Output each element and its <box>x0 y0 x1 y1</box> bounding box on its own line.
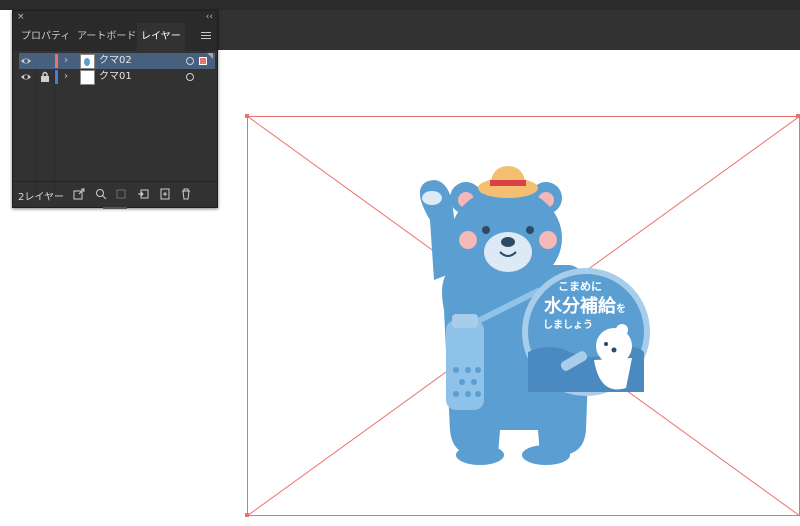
collapse-panel-icon[interactable]: ‹‹ <box>206 11 213 23</box>
selection-corner-icon <box>207 53 213 59</box>
layer-name[interactable]: クマ01 <box>99 69 132 85</box>
clipping-mask-icon[interactable] <box>115 188 127 200</box>
chevron-right-icon[interactable]: › <box>64 69 68 85</box>
layer-count: 2レイヤー <box>18 192 65 203</box>
badge-text-line2-row: 水分補給を <box>530 292 640 318</box>
tab-layers[interactable]: レイヤー <box>137 23 185 51</box>
artboard-handle-bl[interactable] <box>245 513 249 517</box>
new-sublayer-icon[interactable] <box>137 188 149 200</box>
panel-menu-icon[interactable] <box>201 32 211 40</box>
bear-right-eye <box>526 226 534 234</box>
bear-left-foot <box>456 445 504 465</box>
layer-thumbnail <box>80 70 95 85</box>
eye-icon[interactable] <box>21 56 31 66</box>
layer-row-kuma02[interactable]: › クマ02 <box>19 53 215 69</box>
polar-bear-ear <box>616 324 628 336</box>
layers-panel[interactable]: × ‹‹ プロパティ アートボード レイヤー › クマ02 › クマ01 2レイ… <box>12 10 218 209</box>
panel-titlebar[interactable]: × ‹‹ <box>13 11 217 23</box>
layer-color-swatch <box>55 54 58 68</box>
panel-footer: 2レイヤー <box>13 181 217 208</box>
badge-text-line2: 水分補給 <box>544 296 616 317</box>
artboard-handle-tr[interactable] <box>796 114 800 118</box>
export-icon[interactable] <box>73 188 85 200</box>
search-icon[interactable] <box>95 188 107 200</box>
bear-left-cheek <box>459 231 477 249</box>
water-bottle-cap <box>452 314 478 328</box>
selection-indicator[interactable] <box>199 57 207 65</box>
target-circle-icon[interactable] <box>186 73 194 81</box>
layer-row-kuma01[interactable]: › クマ01 <box>19 69 215 85</box>
layer-color-swatch <box>55 70 58 84</box>
bear-right-cheek <box>539 231 557 249</box>
bear-paw-pad <box>422 191 442 205</box>
tab-properties[interactable]: プロパティ <box>17 23 74 51</box>
hat-band <box>490 180 526 186</box>
trash-icon[interactable] <box>180 188 192 200</box>
layer-name[interactable]: クマ02 <box>99 53 132 69</box>
bear-nose <box>501 237 515 247</box>
workspace-header-area <box>216 10 800 50</box>
target-circle-icon[interactable] <box>186 57 194 65</box>
chevron-right-icon[interactable]: › <box>64 53 68 69</box>
bear-right-foot <box>522 445 570 465</box>
panel-tabs: プロパティ アートボード レイヤー <box>13 23 217 51</box>
app-top-bar <box>0 0 800 10</box>
artboard-handle-tl[interactable] <box>245 114 249 118</box>
lock-icon[interactable] <box>40 71 50 82</box>
eye-icon[interactable] <box>21 72 31 82</box>
tab-artboards[interactable]: アートボード <box>73 23 140 51</box>
layer-thumbnail <box>80 54 95 69</box>
panel-resize-handle[interactable] <box>103 207 127 209</box>
new-layer-icon[interactable] <box>159 188 171 200</box>
bear-left-eye <box>482 226 490 234</box>
badge-text-line3: しましょう <box>543 320 593 331</box>
close-icon[interactable]: × <box>17 11 25 23</box>
badge-text-line2-suffix: を <box>616 304 626 315</box>
